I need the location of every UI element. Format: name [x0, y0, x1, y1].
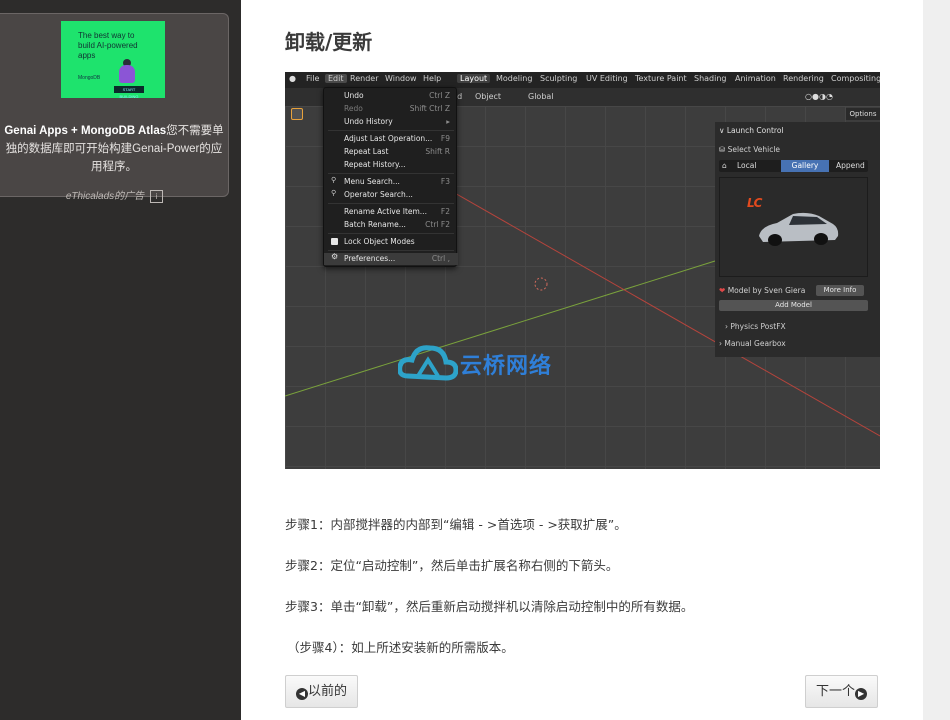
model-credit: ❤ Model by Sven Giera — [719, 286, 806, 295]
step-3: 步骤3：单击“卸载”，然后重新启动搅拌机以清除启动控制中的所有数据。 — [285, 599, 694, 614]
step-2: 步骤2：定位“启动控制”，然后单击扩展名称右侧的下箭头。 — [285, 558, 619, 573]
vehicle-tabs: ⌂ Local Gallery Append — [719, 160, 868, 172]
manual-gearbox-row: › Manual Gearbox — [719, 339, 786, 348]
search-icon: ⚲ — [331, 189, 337, 197]
ad-image-button: START BUILDING — [114, 86, 144, 98]
tab-gallery: Gallery — [781, 160, 829, 172]
circle-left-arrow-icon: ◀ — [296, 688, 308, 700]
tab-local: Local — [737, 161, 757, 170]
menu-edit: Edit — [325, 74, 347, 83]
menu-item-rename-active: Rename Active Item... F2 — [344, 207, 450, 216]
vehicle-preview: LC — [719, 177, 868, 277]
watermark: 云桥网络 — [398, 340, 568, 386]
previous-button[interactable]: ◀ 以前的 — [285, 675, 359, 708]
options-button: Options — [846, 108, 880, 120]
menu-item-repeat-last: Repeat Last Shift R — [344, 147, 450, 156]
workspace-animation: Animation — [735, 74, 776, 83]
tab-append: Append — [836, 161, 865, 170]
submenu-arrow-icon: ▸ — [446, 117, 450, 126]
3d-cursor-icon — [534, 277, 548, 291]
header-transform: Global — [528, 92, 554, 101]
mongodb-logo: MongoDB — [78, 75, 101, 81]
menu-item-undo-history: Undo History ▸ — [344, 117, 450, 126]
next-label: 下一个 — [816, 684, 856, 699]
car-image — [759, 212, 839, 246]
blender-logo-icon: ● — [289, 74, 296, 83]
cloud-logo-icon — [398, 345, 458, 381]
workspace-modeling: Modeling — [496, 74, 533, 83]
step-4: （步骤4）：如上所述安装新的所需版本。 — [287, 640, 514, 655]
menu-item-batch-rename: Batch Rename... Ctrl F2 — [344, 220, 450, 229]
launch-control-panel: ∨ Launch Control ⛁ Select Vehicle ⌂ Loca… — [715, 122, 880, 357]
more-info-button: More Info — [816, 285, 864, 296]
ad-figure — [119, 65, 135, 83]
menu-help: Help — [423, 74, 442, 83]
menu-item-lock-object-modes: Lock Object Modes — [324, 236, 458, 248]
circle-right-arrow-icon: ▶ — [855, 688, 868, 700]
workspace-shading: Shading — [694, 74, 727, 83]
gear-icon: ⚙ — [331, 252, 339, 261]
ad-headline-bold: Genai Apps + MongoDB Atlas — [4, 125, 167, 137]
page-title: 卸载/更新 — [285, 30, 373, 54]
info-icon[interactable]: i — [150, 189, 164, 203]
next-button[interactable]: 下一个 ▶ — [805, 675, 879, 708]
workspace-sculpting: Sculpting — [540, 74, 578, 83]
checkbox-checked-icon — [331, 238, 338, 245]
add-model-button: Add Model — [719, 300, 868, 311]
shading-icons: ○●◑◔ — [805, 92, 833, 101]
menu-item-menu-search: ⚲ Menu Search... F3 — [331, 176, 450, 186]
search-icon: ⚲ — [331, 176, 337, 184]
menu-item-adjust-last: Adjust Last Operation... F9 — [344, 134, 450, 143]
workspace-layout: Layout — [457, 74, 491, 83]
workspace-rendering: Rendering — [783, 74, 824, 83]
ad-sponsor-line: eThicalads的广告 i — [0, 187, 229, 203]
panel-header: ∨ Launch Control — [719, 126, 784, 135]
select-tool-icon — [291, 108, 303, 120]
workspace-texture-paint: Texture Paint — [635, 74, 687, 83]
ad-image[interactable]: The best way to build AI-powered apps Mo… — [61, 21, 165, 98]
ad-headline[interactable]: Genai Apps + MongoDB Atlas您不需要单独的数据库即可开始… — [2, 122, 226, 176]
workspace-compositing: Compositing — [831, 74, 880, 83]
menu-item-preferences: ⚙ Preferences... Ctrl , — [324, 252, 458, 265]
blender-screenshot: ● File Edit Render Window Help Layout Mo… — [285, 72, 880, 469]
menu-render: Render — [350, 74, 379, 83]
ad-image-text: The best way to build AI-powered apps — [78, 31, 138, 60]
header-object: Object — [475, 92, 502, 101]
menu-item-repeat-history: Repeat History... — [344, 160, 406, 169]
workspace-uv-editing: UV Editing — [586, 74, 628, 83]
sidebar: The best way to build AI-powered apps Mo… — [0, 0, 241, 720]
heart-icon: ❤ — [719, 286, 726, 295]
scrollbar-gutter[interactable] — [923, 0, 950, 720]
menu-item-undo: Undo Ctrl Z — [344, 91, 450, 100]
watermark-text: 云桥网络 — [460, 354, 553, 379]
blender-menubar: ● File Edit Render Window Help Layout Mo… — [285, 72, 880, 88]
step-1: 步骤1：内部搅拌器的内部到“编辑 - >首选项 - >获取扩展”。 — [285, 517, 627, 532]
physics-postfx-row: › Physics PostFX — [725, 322, 786, 331]
menu-item-operator-search: ⚲ Operator Search... — [331, 189, 413, 199]
ad-card[interactable]: The best way to build AI-powered apps Mo… — [0, 13, 229, 203]
main-content: 卸载/更新 ● File Edit Render Window Help Lay… — [241, 0, 923, 720]
menu-item-redo: Redo Shift Ctrl Z — [344, 104, 450, 113]
edit-menu: Undo Ctrl Z Redo Shift Ctrl Z Undo History… — [323, 87, 458, 267]
menu-file: File — [306, 74, 320, 83]
menu-window: Window — [385, 74, 417, 83]
ad-sponsor[interactable]: eThicalads的广告 — [66, 191, 144, 202]
previous-label: 以前的 — [308, 684, 348, 699]
select-vehicle: ⛁ Select Vehicle — [719, 145, 781, 154]
home-icon: ⌂ — [722, 161, 727, 170]
